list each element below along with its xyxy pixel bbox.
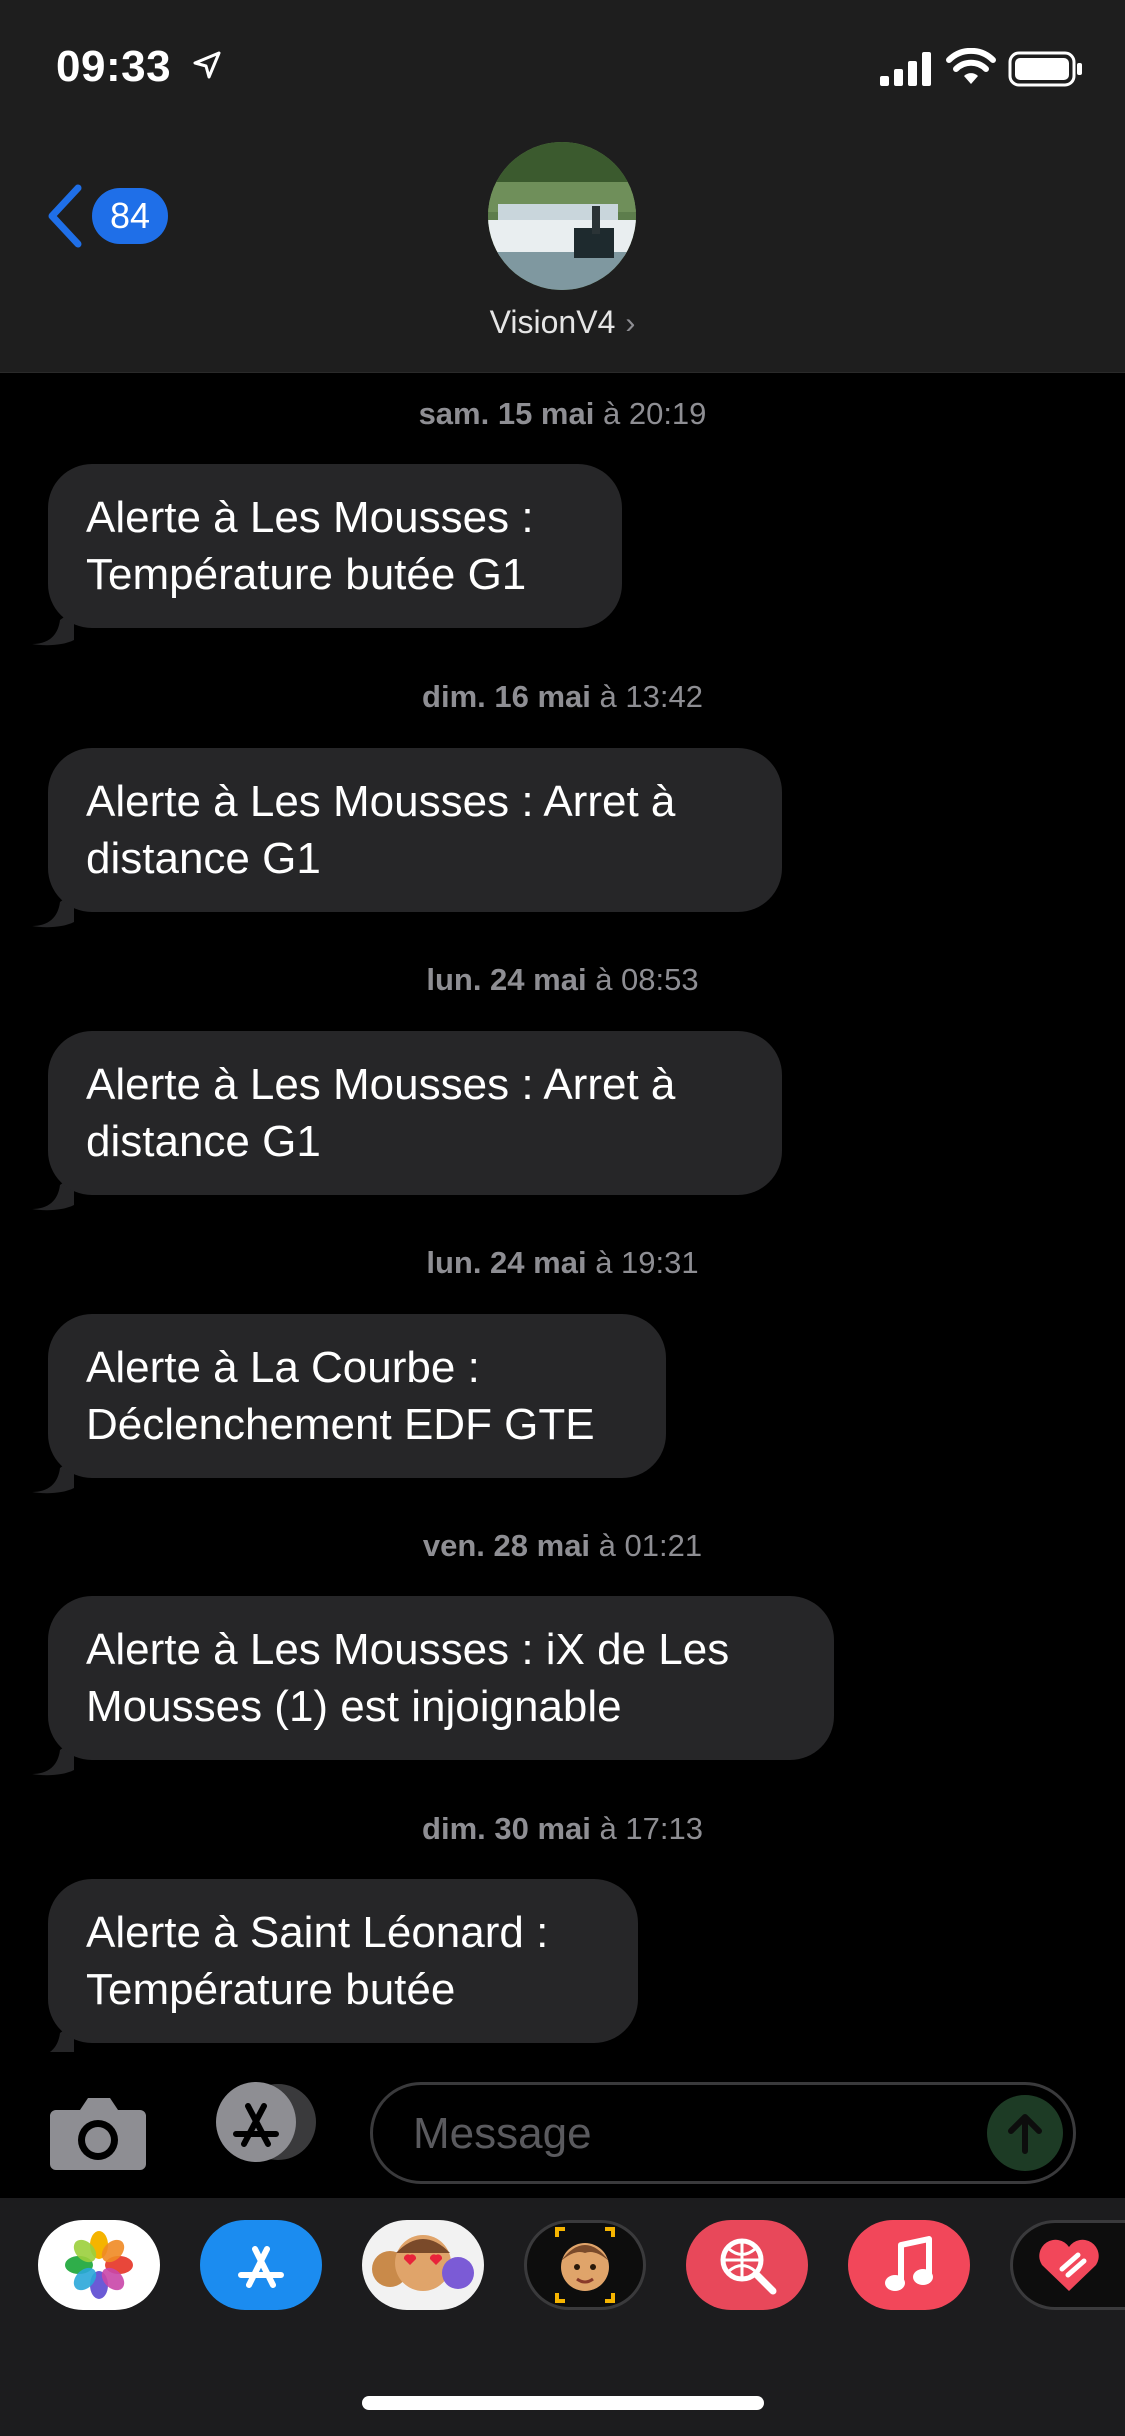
incoming-message-bubble[interactable]: Alerte à Les Mousses : Température butée…: [48, 464, 622, 628]
contact-avatar[interactable]: [488, 142, 636, 290]
unread-count-badge: 84: [92, 188, 168, 244]
photos-icon: [65, 2231, 133, 2299]
app-store-icon: [238, 2246, 284, 2288]
message-timestamp: dim. 30 mai à 17:13: [422, 1811, 703, 1846]
incoming-message-bubble[interactable]: Alerte à Saint Léonard : Température but…: [48, 1879, 638, 2043]
send-button[interactable]: [987, 2095, 1063, 2171]
compose-bar: [0, 2052, 1125, 2198]
animoji-app-button[interactable]: [362, 2220, 484, 2310]
incoming-message-bubble[interactable]: Alerte à Les Mousses : Arret à distance …: [48, 1031, 782, 1195]
conversation-header: 09:33 84 VisionV4 ›: [0, 0, 1125, 373]
back-button[interactable]: 84: [46, 176, 176, 256]
digital-touch-icon: [1039, 2239, 1099, 2291]
message-thread[interactable]: sam. 15 mai à 20:19 Alerte à Les Mousses…: [0, 372, 1125, 2059]
contact-name: VisionV4: [489, 304, 616, 340]
arrow-up-icon: [1008, 2114, 1042, 2154]
message-input[interactable]: [411, 2085, 975, 2183]
camera-icon: [50, 2098, 146, 2170]
incoming-message-bubble[interactable]: Alerte à Les Mousses : iX de Les Mousses…: [48, 1596, 834, 1760]
web-search-icon: [720, 2238, 777, 2295]
music-icon: [885, 2236, 933, 2291]
animoji-icon: [372, 2235, 474, 2291]
contact-name-button[interactable]: VisionV4 ›: [0, 304, 1125, 341]
incoming-message-bubble[interactable]: Alerte à La Courbe : Déclenchement EDF G…: [48, 1314, 666, 1478]
photos-app-button[interactable]: [38, 2220, 160, 2310]
music-app-button[interactable]: [848, 2220, 970, 2310]
waterfall-photo: [488, 142, 636, 290]
message-timestamp: ven. 28 mai à 01:21: [422, 1528, 703, 1563]
digital-touch-app-button[interactable]: [1010, 2220, 1125, 2310]
wifi-icon: [946, 48, 996, 84]
app-store-icon: [216, 2082, 316, 2162]
memoji-app-button[interactable]: [524, 2220, 646, 2310]
chevron-left-icon: [48, 184, 82, 248]
chevron-right-icon: ›: [625, 307, 636, 340]
web-search-app-button[interactable]: [686, 2220, 808, 2310]
incoming-message-bubble[interactable]: Alerte à Les Mousses : Arret à distance …: [48, 748, 782, 912]
status-time: 09:33: [56, 42, 172, 91]
location-arrow-icon: [193, 51, 221, 79]
home-indicator[interactable]: [362, 2396, 764, 2410]
message-timestamp: lun. 24 mai à 08:53: [426, 962, 699, 997]
message-timestamp: lun. 24 mai à 19:31: [426, 1245, 699, 1280]
camera-button[interactable]: [48, 2092, 148, 2172]
message-field[interactable]: [370, 2082, 1076, 2184]
message-timestamp: dim. 16 mai à 13:42: [422, 679, 703, 714]
app-store-app-button[interactable]: [200, 2220, 322, 2310]
battery-icon: [1008, 51, 1082, 87]
memoji-icon: [555, 2227, 615, 2303]
cellular-signal-icon: [880, 52, 931, 86]
app-store-drawer-button[interactable]: [208, 2080, 322, 2164]
message-timestamp: sam. 15 mai à 20:19: [418, 396, 707, 431]
